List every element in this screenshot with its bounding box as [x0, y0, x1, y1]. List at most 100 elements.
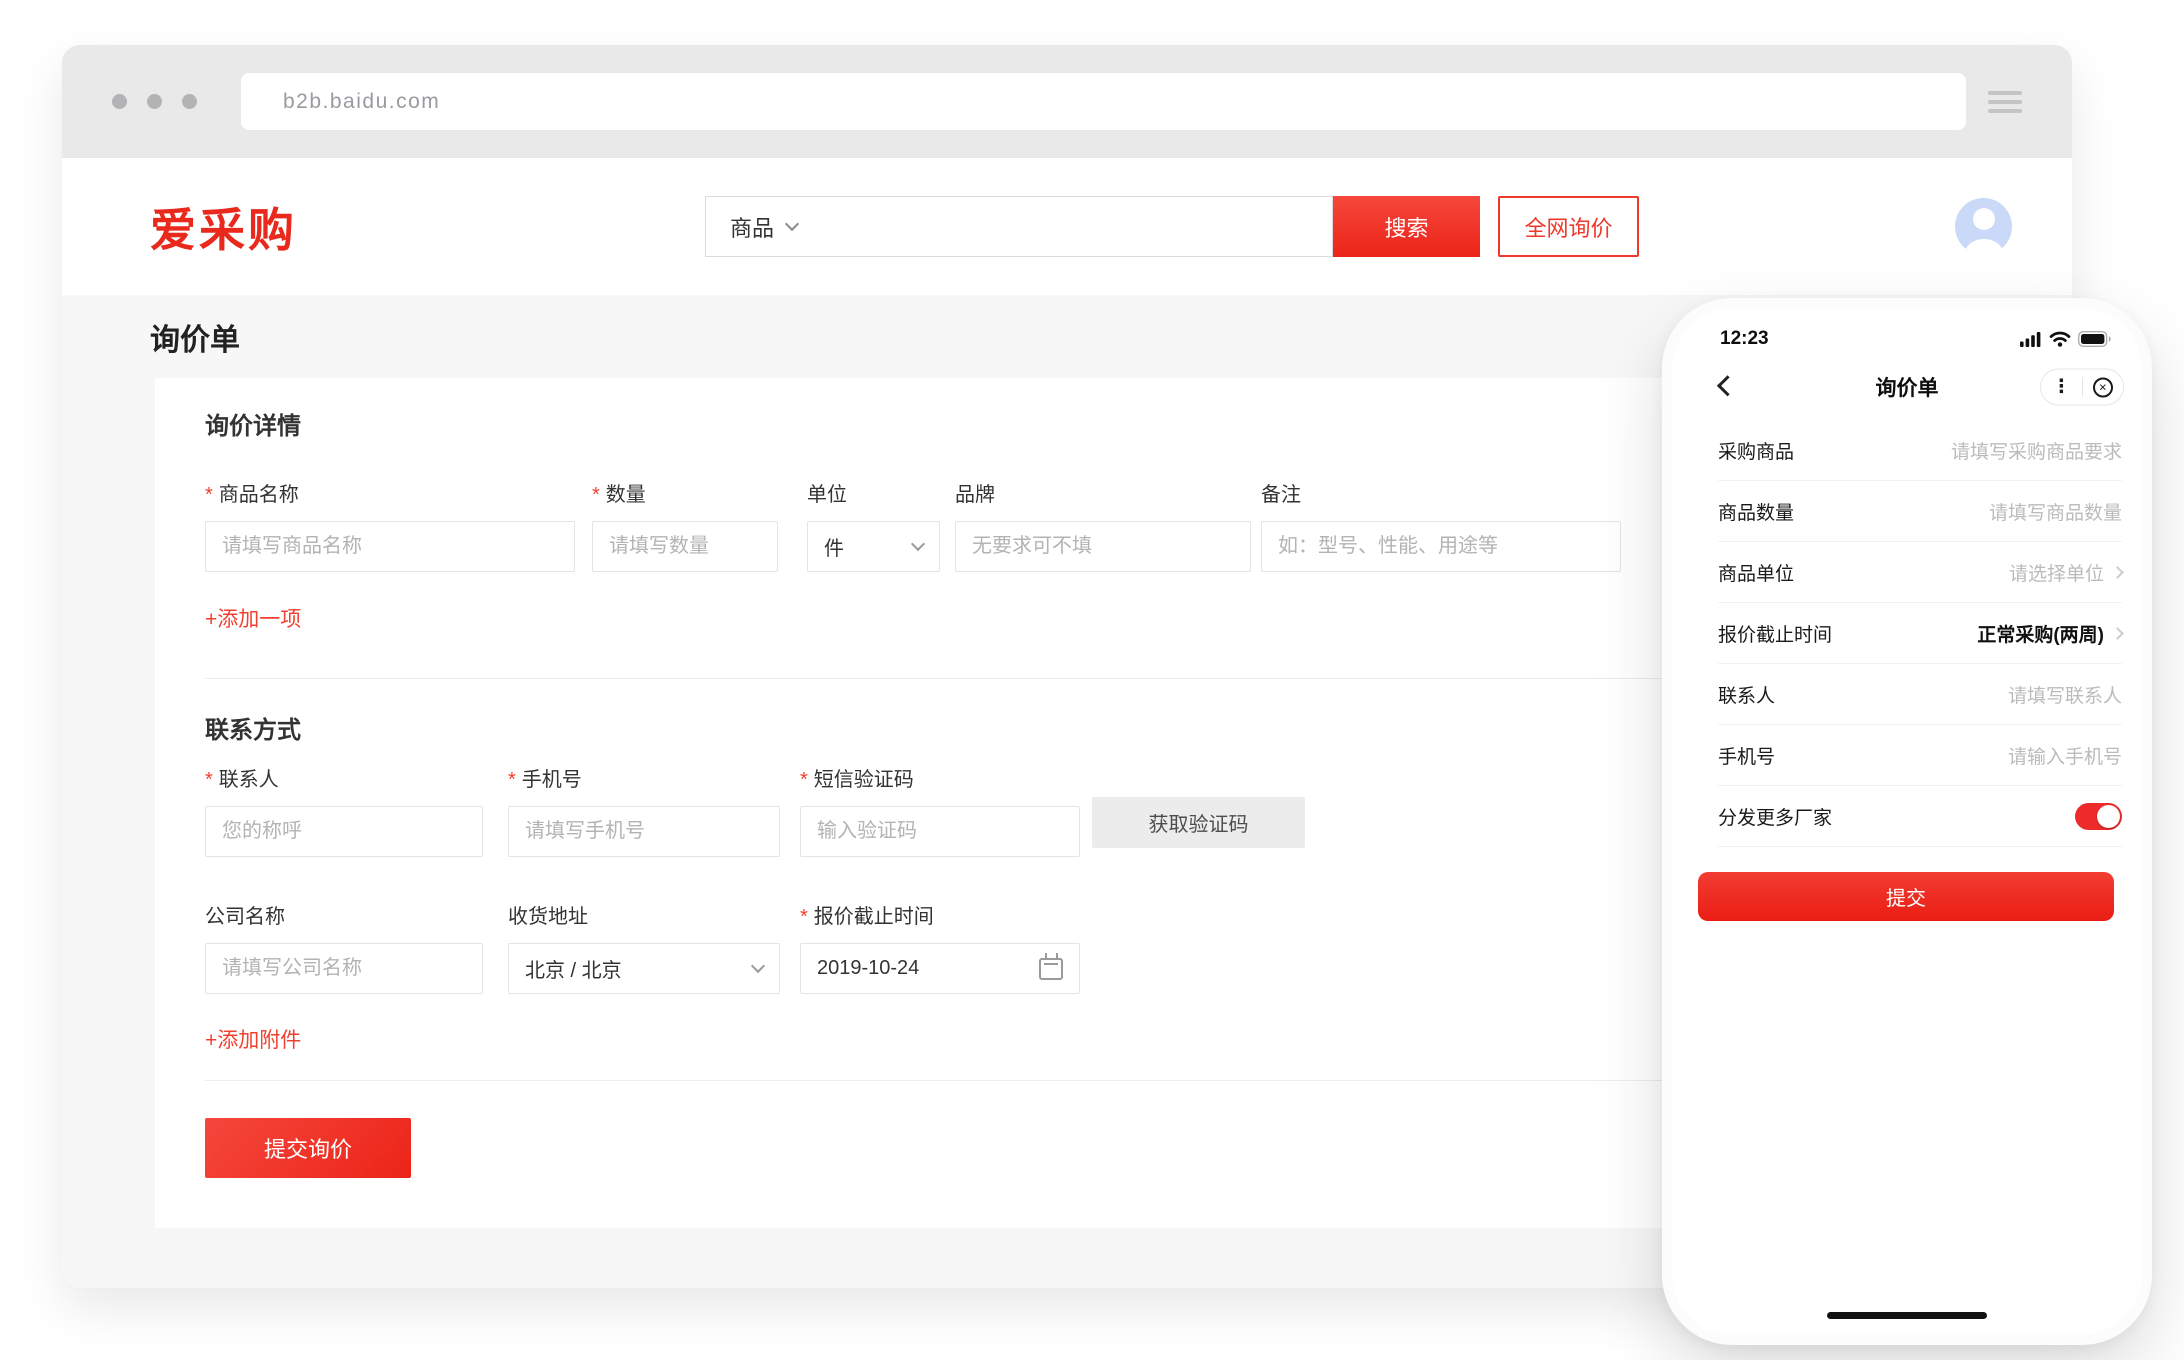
battery-icon [2078, 331, 2112, 347]
remark-input[interactable] [1261, 521, 1621, 572]
chevron-right-icon [2111, 566, 2124, 579]
address-value: 北京 / 北京 [525, 954, 622, 983]
field-label: 备注 [1261, 478, 1621, 507]
search-category-dropdown[interactable]: 商品 [730, 211, 797, 243]
row-product-unit[interactable]: 商品单位 请选择单位 [1718, 542, 2122, 603]
company-field: 公司名称 [205, 900, 483, 994]
contact-name-field: *联系人 [205, 763, 483, 857]
more-options-icon[interactable]: ⋮ [2041, 376, 2082, 399]
unit-select[interactable]: 件 [807, 521, 940, 572]
phone-nav-bar: 询价单 ⋮ × [1672, 366, 2142, 408]
browser-chrome: b2b.baidu.com [62, 45, 2072, 158]
unit-field: 单位 件 [807, 478, 940, 572]
deadline-field: *报价截止时间 2019-10-24 [800, 900, 1080, 994]
site-header: 爱采购 商品 搜索 全网询价 [62, 158, 2072, 295]
avatar-person-icon [1973, 208, 1995, 230]
field-label: *数量 [592, 478, 778, 507]
section-title-contact: 联系方式 [205, 710, 301, 745]
address-bar[interactable]: b2b.baidu.com [241, 73, 1966, 130]
row-label: 报价截止时间 [1718, 620, 1832, 647]
row-label: 分发更多厂家 [1718, 803, 1832, 830]
phone-mockup: 12:23 [1662, 298, 2152, 1345]
chevron-down-icon [785, 216, 799, 230]
avatar[interactable] [1955, 198, 2012, 255]
row-placeholder: 请填写联系人 [2008, 681, 2122, 708]
product-name-input[interactable] [205, 521, 575, 572]
row-contact-person[interactable]: 联系人 请填写联系人 [1718, 664, 2122, 725]
row-label: 商品数量 [1718, 498, 1794, 525]
traffic-dot-icon[interactable] [112, 94, 127, 109]
deadline-value: 2019-10-24 [817, 957, 919, 980]
row-product-quantity[interactable]: 商品数量 请填写商品数量 [1718, 481, 2122, 542]
phone-screen: 12:23 [1672, 308, 2142, 1335]
section-title-detail: 询价详情 [205, 406, 301, 441]
url-text: b2b.baidu.com [283, 90, 440, 114]
field-label: *手机号 [508, 763, 780, 792]
remark-field: 备注 [1261, 478, 1621, 572]
product-name-field: *商品名称 [205, 478, 575, 572]
row-placeholder: 请填写采购商品要求 [1951, 437, 2122, 464]
row-label: 采购商品 [1718, 437, 1794, 464]
required-marker: * [800, 906, 808, 928]
aicaigou-logo[interactable]: 爱采购 [150, 194, 297, 260]
contact-name-input[interactable] [205, 806, 483, 857]
row-label: 手机号 [1718, 742, 1775, 769]
field-label: 公司名称 [205, 900, 483, 929]
phone-submit-button[interactable]: 提交 [1698, 872, 2114, 921]
required-marker: * [800, 769, 808, 791]
row-placeholder: 请输入手机号 [2008, 742, 2122, 769]
required-marker: * [205, 484, 213, 506]
search-input[interactable]: 商品 [705, 196, 1333, 257]
sms-code-field: *短信验证码 [800, 763, 1080, 857]
required-marker: * [205, 769, 213, 791]
chevron-right-icon [2111, 627, 2124, 640]
unit-value: 件 [824, 532, 844, 561]
status-time: 12:23 [1720, 328, 1769, 350]
address-field: 收货地址 北京 / 北京 [508, 900, 780, 994]
avatar-person-icon [1965, 239, 2003, 255]
row-mobile-number[interactable]: 手机号 请输入手机号 [1718, 725, 2122, 786]
search-bar: 商品 搜索 全网询价 [705, 196, 1639, 257]
signal-icon [2020, 332, 2042, 347]
home-indicator[interactable] [1827, 1312, 1987, 1319]
add-item-link[interactable]: +添加一项 [205, 603, 301, 633]
row-purchase-product[interactable]: 采购商品 请填写采购商品要求 [1718, 420, 2122, 481]
page-title: 询价单 [150, 315, 240, 359]
deadline-datepicker[interactable]: 2019-10-24 [800, 943, 1080, 994]
field-label: *报价截止时间 [800, 900, 1080, 929]
quantity-input[interactable] [592, 521, 778, 572]
traffic-dot-icon[interactable] [147, 94, 162, 109]
search-button[interactable]: 搜索 [1333, 196, 1480, 257]
add-attachment-link[interactable]: +添加附件 [205, 1024, 301, 1054]
calendar-icon [1039, 958, 1063, 980]
row-placeholder: 请填写商品数量 [1989, 498, 2122, 525]
mobile-input[interactable] [508, 806, 780, 857]
chevron-down-icon [751, 958, 765, 972]
traffic-light-dots [112, 94, 197, 109]
field-label: *商品名称 [205, 478, 575, 507]
traffic-dot-icon[interactable] [182, 94, 197, 109]
row-label: 商品单位 [1718, 559, 1794, 586]
distribute-toggle[interactable] [2075, 803, 2122, 830]
field-label: *联系人 [205, 763, 483, 792]
address-select[interactable]: 北京 / 北京 [508, 943, 780, 994]
close-icon[interactable]: × [2083, 377, 2124, 397]
field-label: 单位 [807, 478, 940, 507]
phone-form-list: 采购商品 请填写采购商品要求 商品数量 请填写商品数量 商品单位 请选择单位 报… [1672, 420, 2142, 847]
field-label: 收货地址 [508, 900, 780, 929]
sms-code-input[interactable] [800, 806, 1080, 857]
get-code-button[interactable]: 获取验证码 [1092, 797, 1305, 848]
network-inquiry-button[interactable]: 全网询价 [1498, 196, 1639, 257]
row-placeholder: 请选择单位 [2009, 559, 2122, 586]
hamburger-menu-icon[interactable] [1988, 86, 2022, 118]
required-marker: * [592, 484, 600, 506]
field-label: 品牌 [955, 478, 1251, 507]
submit-inquiry-button[interactable]: 提交询价 [205, 1118, 411, 1178]
status-icons [2020, 331, 2112, 347]
required-marker: * [508, 769, 516, 791]
row-quote-deadline[interactable]: 报价截止时间 正常采购(两周) [1718, 603, 2122, 664]
wifi-icon [2049, 331, 2071, 347]
brand-input[interactable] [955, 521, 1251, 572]
brand-field: 品牌 [955, 478, 1251, 572]
company-input[interactable] [205, 943, 483, 994]
